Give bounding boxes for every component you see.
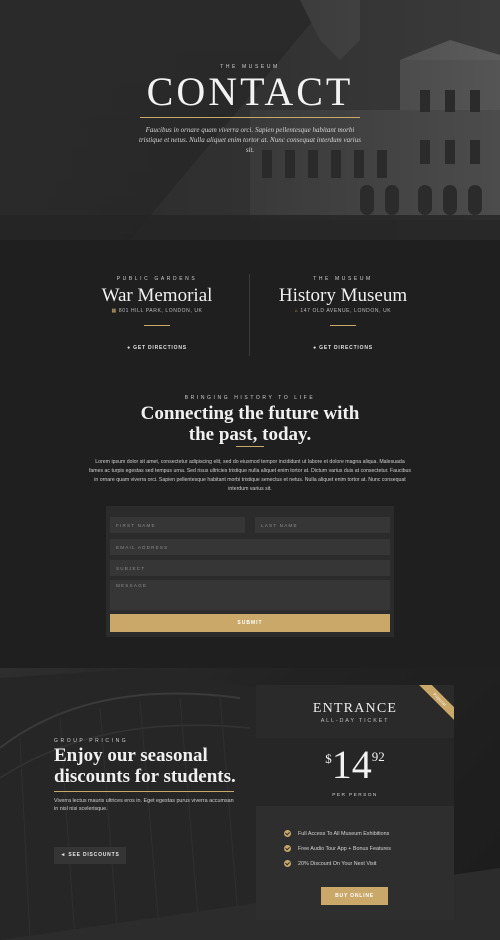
get-directions-link[interactable]: ● GET DIRECTIONS — [263, 345, 423, 351]
museum-building-image — [0, 0, 500, 240]
location-name: War Memorial — [101, 285, 213, 306]
intro-title: Connecting the future with the past, tod… — [140, 403, 360, 445]
ticket-price: $1492 — [325, 742, 385, 787]
get-directions-link[interactable]: ● GET DIRECTIONS — [77, 345, 237, 351]
feature-item: 20% Discount On Your Next Visit — [284, 860, 376, 867]
home-icon: ⌂ — [294, 308, 299, 314]
feature-item: Full Access To All Museum Exhibitions — [284, 830, 389, 837]
intro-body: Lorem ipsum dolor sit amet, consectetur … — [88, 459, 412, 492]
location-history-museum: THE MUSEUM History Museum ⌂ 147 OLD AVEN… — [263, 276, 423, 351]
first-name-field[interactable]: FIRST NAME — [110, 517, 245, 533]
location-address: ▦ 801 HILL PARK, LONDON, UK — [111, 308, 203, 314]
feature-item: Free Audio Tour App + Bonus Features — [284, 845, 391, 852]
location-war-memorial: PUBLIC GARDENS War Memorial ▦ 801 HILL P… — [77, 276, 237, 351]
group-pricing-title: Enjoy our seasonal discounts for student… — [54, 745, 236, 787]
intro-underline — [236, 446, 264, 447]
check-circle-icon — [284, 860, 291, 867]
location-divider — [330, 325, 356, 326]
check-circle-icon — [284, 830, 291, 837]
location-pin-icon: ● — [313, 345, 317, 351]
hero-description: Faucibus in ornare quam viverra orci. Sa… — [139, 126, 361, 154]
location-eyebrow: THE MUSEUM — [313, 276, 373, 282]
group-pricing-eyebrow: GROUP PRICING — [54, 738, 129, 744]
contact-form: FIRST NAME LAST NAME EMAIL ADDRESS SUBJE… — [106, 506, 394, 637]
message-field[interactable]: MESSAGE — [110, 580, 390, 610]
hero-section — [0, 0, 500, 240]
see-discounts-button[interactable]: ◄ SEE DISCOUNTS — [54, 847, 126, 864]
location-name: History Museum — [278, 285, 408, 306]
ticket-card: ENTRANCE ALL-DAY TICKET Popular $1492 PE… — [256, 685, 454, 920]
ticket-title: ENTRANCE — [312, 701, 398, 716]
map-icon: ▦ — [111, 308, 117, 314]
hero-divider — [140, 117, 360, 118]
group-pricing-divider — [54, 791, 234, 792]
submit-button[interactable]: SUBMIT — [110, 614, 390, 632]
location-divider-vertical — [249, 274, 250, 356]
location-pin-icon: ● — [127, 345, 131, 351]
buy-online-button[interactable]: BUY ONLINE — [321, 887, 388, 905]
location-address: ⌂ 147 OLD AVENUE, LONDON, UK — [294, 308, 392, 314]
email-field[interactable]: EMAIL ADDRESS — [110, 539, 390, 555]
subject-field[interactable]: SUBJECT — [110, 560, 390, 576]
location-divider — [144, 325, 170, 326]
last-name-field[interactable]: LAST NAME — [255, 517, 390, 533]
megaphone-icon: ◄ — [60, 852, 67, 858]
price-box: $1492 PER PERSON — [256, 738, 454, 806]
price-per-label: PER PERSON — [332, 793, 378, 798]
ticket-subtitle: ALL-DAY TICKET — [320, 718, 390, 724]
intro-eyebrow: BRINGING HISTORY TO LIFE — [184, 395, 316, 401]
check-circle-icon — [284, 845, 291, 852]
location-eyebrow: PUBLIC GARDENS — [116, 276, 198, 282]
page-title: CONTACT — [146, 69, 354, 114]
group-pricing-body: Viverra lectus mauris ultrices eros in. … — [54, 798, 234, 812]
